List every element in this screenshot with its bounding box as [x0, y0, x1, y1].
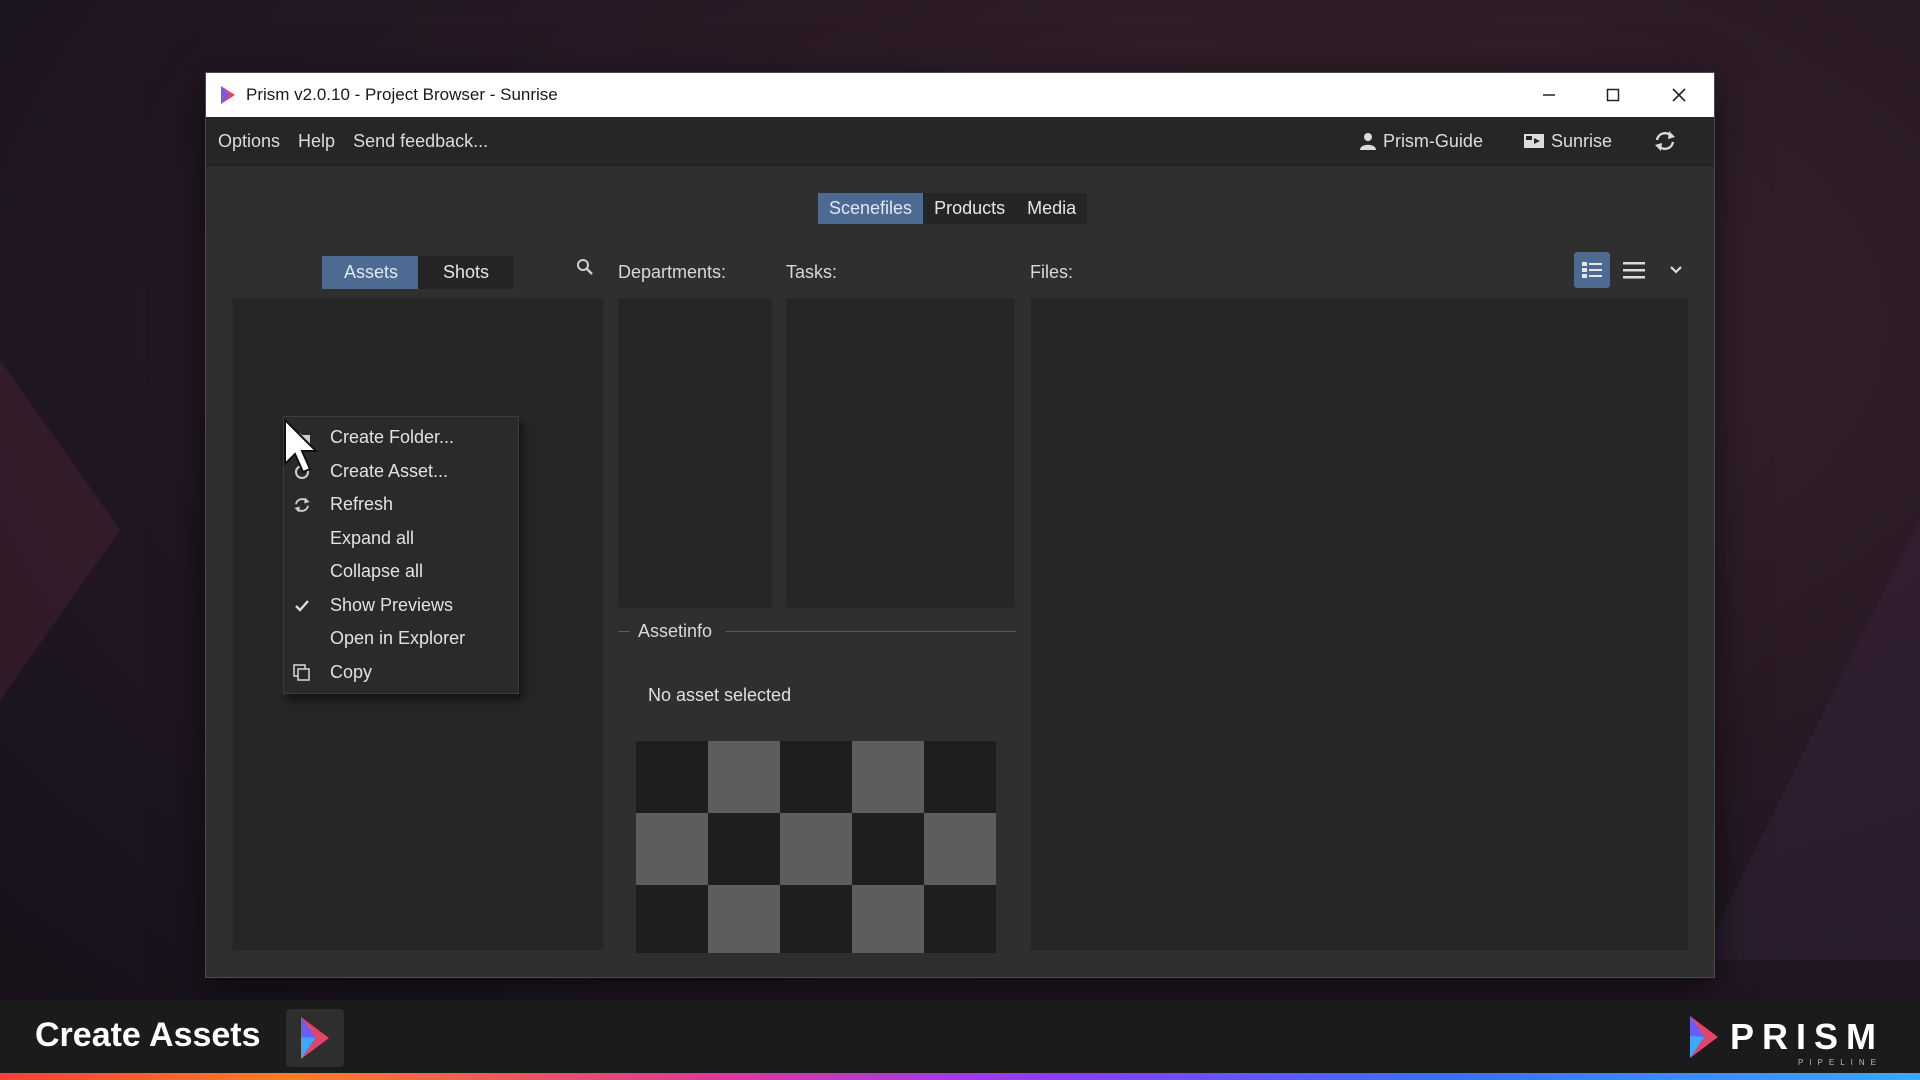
detail-view-button[interactable] — [1574, 252, 1610, 288]
menu-item-label: Collapse all — [330, 561, 424, 582]
menu-item-label: Open in Explorer — [330, 628, 466, 649]
preview-tile — [780, 741, 852, 813]
search-icon[interactable] — [576, 258, 594, 276]
view-mode-group — [1568, 252, 1694, 288]
no-asset-message: No asset selected — [648, 685, 792, 705]
preview-tile — [708, 741, 780, 813]
preview-tile — [780, 813, 852, 885]
close-button[interactable] — [1648, 73, 1710, 117]
background-shape — [1700, 520, 1920, 960]
tab-shots[interactable]: Shots — [418, 256, 514, 289]
detail-list-icon — [1582, 262, 1602, 278]
project-button[interactable]: Sunrise — [1523, 131, 1612, 152]
menu-item-refresh[interactable]: Refresh — [284, 488, 518, 522]
list-icon — [1623, 262, 1645, 279]
menu-item-label: Refresh — [330, 494, 394, 515]
menu-help[interactable]: Help — [294, 127, 339, 156]
background-shape — [0, 360, 120, 700]
tasks-list[interactable] — [786, 298, 1015, 608]
preview-tile — [852, 741, 924, 813]
preview-tile — [852, 813, 924, 885]
prism-brand: PRISM PIPELINE — [1688, 1014, 1884, 1067]
view-options-dropdown[interactable] — [1658, 252, 1694, 288]
tutorial-title: Create Assets — [35, 1016, 261, 1054]
divider — [726, 631, 1016, 632]
menu-item-show-previews[interactable]: Show Previews — [284, 589, 518, 623]
assetinfo-title: Assetinfo — [638, 621, 713, 641]
departments-label: Departments: — [618, 262, 727, 282]
menu-item-label: Show Previews — [330, 594, 454, 615]
check-icon — [292, 596, 312, 616]
menu-item-expand-all[interactable]: Expand all — [284, 522, 518, 556]
tab-assets[interactable]: Assets — [322, 256, 418, 289]
menu-item-copy[interactable]: Copy — [284, 656, 518, 690]
mouse-cursor-icon — [284, 418, 319, 474]
preview-tile — [708, 813, 780, 885]
user-label: Prism-Guide — [1382, 130, 1483, 151]
files-label: Files: — [1030, 262, 1074, 282]
menu-right-group: Prism-Guide Sunrise — [1359, 117, 1714, 165]
maximize-button[interactable] — [1582, 73, 1644, 117]
footer-bar: Create Assets PRISM PIPELINE — [0, 1000, 1920, 1080]
menu-bar: Options Help Send feedback... Prism-Guid… — [206, 117, 1714, 166]
prism-logo-icon — [301, 1017, 329, 1059]
menu-send-feedback[interactable]: Send feedback... — [349, 127, 492, 156]
minimize-button[interactable] — [1518, 73, 1580, 117]
departments-list[interactable] — [618, 298, 773, 608]
brand-subtitle: PIPELINE — [1797, 1058, 1882, 1067]
list-view-button[interactable] — [1616, 252, 1652, 288]
prism-app-icon — [221, 86, 235, 104]
preview-tile — [636, 813, 708, 885]
assetinfo-groupbox: Assetinfo — [618, 621, 1016, 641]
refresh-icon — [292, 495, 312, 515]
rainbow-stripe — [0, 1073, 1920, 1080]
top-tab-bar: Scenefiles Products Media — [818, 193, 1088, 224]
preview-tile — [924, 741, 996, 813]
minimize-icon — [1543, 94, 1555, 96]
menu-item-label: Copy — [330, 661, 373, 682]
menu-options[interactable]: Options — [214, 127, 284, 156]
preview-tile — [636, 885, 708, 953]
divider — [618, 631, 630, 632]
chevron-down-icon — [1670, 266, 1682, 274]
project-icon — [1523, 134, 1544, 148]
preview-tile — [924, 813, 996, 885]
maximize-icon — [1606, 88, 1620, 102]
close-icon — [1672, 88, 1686, 102]
brand-wordmark: PRISM — [1729, 1016, 1884, 1057]
preview-tile — [924, 885, 996, 953]
project-label: Sunrise — [1550, 130, 1612, 151]
tab-products[interactable]: Products — [923, 193, 1017, 224]
menu-item-label: Create Folder... — [330, 427, 455, 448]
tasks-label: Tasks: — [786, 262, 838, 282]
user-icon — [1359, 133, 1376, 150]
tab-scenefiles[interactable]: Scenefiles — [818, 193, 924, 224]
menu-item-open-in-explorer[interactable]: Open in Explorer — [284, 622, 518, 656]
menu-item-label: Expand all — [330, 527, 415, 548]
copy-icon — [292, 663, 312, 683]
preview-tile — [708, 885, 780, 953]
tab-media[interactable]: Media — [1016, 193, 1088, 224]
refresh-icon[interactable] — [1652, 129, 1678, 153]
preview-tile — [636, 741, 708, 813]
files-list[interactable] — [1030, 298, 1689, 951]
prism-logo-tile — [286, 1009, 344, 1067]
user-button[interactable]: Prism-Guide — [1359, 131, 1483, 152]
prism-brand-icon — [1689, 1016, 1718, 1058]
title-bar: Prism v2.0.10 - Project Browser - Sunris… — [206, 73, 1714, 117]
asset-preview-placeholder — [636, 741, 998, 953]
menu-item-collapse-all[interactable]: Collapse all — [284, 555, 518, 589]
window-title: Prism v2.0.10 - Project Browser - Sunris… — [246, 85, 558, 104]
preview-tile — [852, 885, 924, 953]
entity-tab-bar: Assets Shots — [322, 256, 514, 289]
menu-item-label: Create Asset... — [330, 460, 449, 481]
preview-tile — [780, 885, 852, 953]
